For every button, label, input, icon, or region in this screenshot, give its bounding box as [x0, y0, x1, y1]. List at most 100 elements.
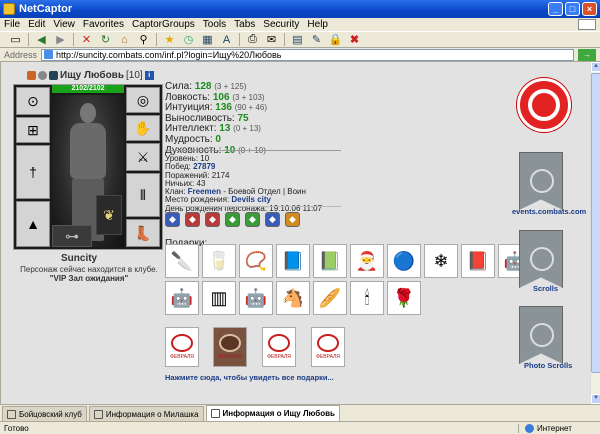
page-content: Ищу Любовь [10] i ⊙ ⊞ † ▲ 2102/2102 ◎ ✋ …: [0, 62, 590, 404]
address-label: Address: [4, 49, 38, 60]
home-icon[interactable]: ⌂: [117, 33, 132, 47]
bracers-slot[interactable]: ⊞: [16, 117, 50, 143]
vertical-scrollbar[interactable]: ▲ ▼: [590, 62, 600, 404]
address-input[interactable]: http://suncity.combats.com/inf.pl?login=…: [41, 48, 574, 61]
gift-ball-icon[interactable]: 🔵: [387, 244, 421, 278]
scroll-up-icon[interactable]: ▲: [591, 62, 600, 72]
photo-scrolls-link[interactable]: Photo Scrolls: [524, 361, 572, 370]
gift-card[interactable]: ФЕВРАЛЯ: [262, 327, 296, 367]
scrolls-banner-icon[interactable]: [519, 230, 563, 288]
mail-icon[interactable]: ✉: [264, 33, 279, 47]
menu-help[interactable]: Help: [307, 19, 328, 30]
ring-slot[interactable]: ◎: [126, 87, 160, 113]
rank-icon: [49, 70, 58, 80]
gift-knife-icon[interactable]: 🔪: [165, 244, 199, 278]
stop-icon[interactable]: ✕: [79, 33, 94, 47]
favorites-star-icon[interactable]: ★: [162, 33, 177, 47]
edit-icon[interactable]: ✎: [309, 33, 324, 47]
gift-rolling-pin-icon[interactable]: 🥖: [313, 281, 347, 315]
menu-favorites[interactable]: Favorites: [83, 19, 124, 30]
close-x-icon[interactable]: ✖: [347, 33, 362, 47]
gift-bracelet-icon[interactable]: 📿: [239, 244, 273, 278]
club-status: Персонаж сейчас находится в клубе.: [20, 265, 158, 274]
tab-icon: [93, 409, 103, 419]
back-icon[interactable]: ◀: [34, 33, 49, 47]
page-icon[interactable]: ▤: [290, 33, 305, 47]
menu-tabs[interactable]: Tabs: [234, 19, 255, 30]
gift-box-icon[interactable]: 📕: [461, 244, 495, 278]
menu-tools[interactable]: Tools: [203, 19, 226, 30]
tab-info-milashka[interactable]: Информация о Милашка: [88, 406, 204, 421]
go-button[interactable]: →: [578, 48, 596, 61]
info-icon[interactable]: i: [144, 70, 154, 80]
gift-card[interactable]: ФЕВРАЛЯ: [311, 327, 345, 367]
zone-label: Интернет: [537, 423, 572, 433]
events-banner-icon[interactable]: [519, 152, 563, 210]
badge-icon[interactable]: ◆: [165, 212, 180, 227]
badge-icon[interactable]: ◆: [205, 212, 220, 227]
menu-captorgroups[interactable]: CaptorGroups: [132, 19, 195, 30]
gift-robot-head-icon[interactable]: 🤖: [239, 281, 273, 315]
gift-hat-icon[interactable]: 🎅: [350, 244, 384, 278]
address-bar: Address http://suncity.combats.com/inf.p…: [0, 48, 600, 62]
tab-icon: [7, 409, 16, 419]
minimize-button[interactable]: _: [548, 2, 563, 16]
gift-robot-grey-icon[interactable]: 🤖: [165, 281, 199, 315]
gift-glass-icon[interactable]: 🥛: [202, 244, 236, 278]
events-link[interactable]: events.combats.com: [512, 207, 586, 216]
search-icon[interactable]: ⚲: [136, 33, 151, 47]
legs-slot[interactable]: ⫴: [126, 173, 160, 217]
forward-icon[interactable]: ▶: [53, 33, 68, 47]
gift-book-icon[interactable]: 📘: [276, 244, 310, 278]
tab-info-ischu-lyubov[interactable]: Информация о Ищу Любовь: [205, 405, 340, 421]
gift-candle-icon[interactable]: 🕯: [350, 281, 384, 315]
character-doll: ⊙ ⊞ † ▲ 2102/2102 ◎ ✋ ⚔ ⫴ 👢 ❦ ⊶: [13, 84, 163, 250]
see-all-gifts-link[interactable]: Нажмите сюда, чтобы увидеть все подарки.…: [165, 373, 334, 382]
helmet-slot[interactable]: ⊙: [16, 87, 50, 115]
badge-icon[interactable]: ◆: [185, 212, 200, 227]
close-button[interactable]: ×: [582, 2, 597, 16]
badge-icon[interactable]: ◆: [225, 212, 240, 227]
armor-slot[interactable]: ▲: [16, 201, 50, 247]
gift-rocking-horse-icon[interactable]: 🐴: [276, 281, 310, 315]
city-label: Suncity: [61, 253, 98, 264]
character-level: [10]: [125, 69, 143, 81]
gloves-slot[interactable]: ✋: [126, 115, 160, 141]
weapon-slot[interactable]: †: [16, 145, 50, 199]
badge-icon[interactable]: ◆: [285, 212, 300, 227]
scrolls-link[interactable]: Scrolls: [533, 284, 558, 293]
belt-slot[interactable]: ⊶: [52, 225, 92, 247]
badge-icon[interactable]: ◆: [245, 212, 260, 227]
combats-logo-icon[interactable]: [517, 78, 571, 132]
gift-card[interactable]: ФЕВРАЛЯ: [213, 327, 247, 367]
gift-snowflake-icon[interactable]: ❄: [424, 244, 458, 278]
menu-view[interactable]: View: [53, 19, 75, 30]
gift-bouquet-icon[interactable]: 🌹: [387, 281, 421, 315]
menu-security[interactable]: Security: [263, 19, 299, 30]
lock-icon[interactable]: 🔒: [328, 33, 343, 47]
badge-icon[interactable]: ◆: [265, 212, 280, 227]
photo-scrolls-banner-icon[interactable]: [519, 306, 563, 364]
scroll-down-icon[interactable]: ▼: [591, 394, 600, 404]
address-url: http://suncity.combats.com/inf.pl?login=…: [56, 49, 282, 60]
gift-book-dark-icon[interactable]: 📗: [313, 244, 347, 278]
shield-slot[interactable]: ⚔: [126, 143, 160, 171]
font-size-icon[interactable]: A: [219, 33, 234, 47]
windows-flag-icon: [578, 19, 596, 30]
new-page-icon[interactable]: ▭: [8, 33, 23, 47]
gift-comb-icon[interactable]: ▥: [202, 281, 236, 315]
boots-slot[interactable]: 👢: [126, 219, 160, 247]
window-title: NetCaptor: [19, 3, 73, 15]
menu-file[interactable]: File: [4, 19, 20, 30]
view-icon[interactable]: ▦: [200, 33, 215, 47]
tab-fight-club[interactable]: Бойцовский клуб: [2, 406, 87, 421]
print-icon[interactable]: ⎙: [245, 33, 260, 47]
character-name: Ищу Любовь: [60, 69, 124, 81]
wings-slot[interactable]: ❦: [96, 195, 122, 235]
scroll-thumb[interactable]: [591, 73, 600, 373]
menu-edit[interactable]: Edit: [28, 19, 45, 30]
gift-card[interactable]: ФЕВРАЛЯ: [165, 327, 199, 367]
history-icon[interactable]: ◷: [181, 33, 196, 47]
refresh-icon[interactable]: ↻: [98, 33, 113, 47]
maximize-button[interactable]: □: [565, 2, 580, 16]
